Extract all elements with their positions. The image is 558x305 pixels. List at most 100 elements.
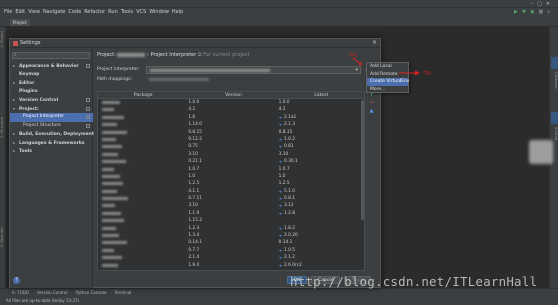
nav-item-build-execution-deployment[interactable]: ▸ Build, Execution, Deployment: [10, 130, 94, 139]
upgrade-package-button[interactable]: ▲: [367, 107, 376, 115]
status-bar: All files are up-to-date (today 13:37): [0, 296, 558, 305]
table-row[interactable]: 1.0.7 1.0.7: [98, 166, 364, 173]
packages-table: Package Version Latest 1.0.0 1.0.0 4.2 4.2 1…: [97, 91, 365, 271]
menu-item-window[interactable]: Window: [149, 9, 169, 15]
latest-cell: ➜ 0.81: [279, 143, 364, 150]
menu-item-view[interactable]: View: [28, 9, 40, 15]
search-everywhere-icon[interactable]: ⌕: [547, 9, 550, 15]
run-icon[interactable]: ▶: [514, 9, 518, 15]
table-row[interactable]: 4.2 4.2: [98, 106, 364, 113]
table-row[interactable]: 1.2.3 ➜ 1.8.2: [98, 225, 364, 232]
debug-icon[interactable]: ✱: [522, 9, 526, 15]
nav-item-plugins[interactable]: Plugins: [10, 88, 93, 97]
menu-item-vcs[interactable]: VCS: [136, 9, 146, 15]
menu-item-code[interactable]: Code: [68, 9, 81, 15]
tool-python-console[interactable]: Python Console: [75, 289, 106, 296]
scrollbar[interactable]: [361, 100, 364, 220]
menu-item-create-virtualenv[interactable]: Create VirtualEnv: [367, 78, 409, 86]
help-icon[interactable]: ?: [13, 277, 20, 284]
version-cell: 1.9.4: [188, 262, 200, 268]
nav-item-project[interactable]: ▾ Project:: [10, 105, 93, 114]
column-header-latest[interactable]: Latest: [279, 92, 364, 98]
path-mappings-field[interactable]: [146, 76, 361, 84]
version-cell: 1.14.0: [188, 122, 202, 128]
table-row[interactable]: 0.14.1 0.14.1: [98, 239, 364, 246]
package-cell: [98, 210, 188, 217]
table-row[interactable]: 0.75 ➜ 0.81: [98, 143, 364, 150]
stop-icon[interactable]: ■: [538, 9, 543, 15]
table-row[interactable]: 1.9.4 ➜ 2.6.0rc2: [98, 262, 364, 269]
nav-item-label: Tools: [19, 149, 32, 154]
table-row[interactable]: 1.0 1.0: [98, 173, 364, 180]
table-row[interactable]: 4.1.1 ➜ 5.1.0: [98, 188, 364, 195]
nav-item-project-interpreter[interactable]: Project Interpreter: [10, 113, 93, 122]
table-row[interactable]: 1.2.5 1.2.5: [98, 180, 364, 187]
close-icon[interactable]: ×: [372, 39, 377, 46]
table-row[interactable]: 0.12.2 ➜ 1.0.2: [98, 136, 364, 143]
table-row[interactable]: 3.10 3.10: [98, 151, 364, 158]
blurred-package-name: [102, 211, 121, 215]
settings-search-input[interactable]: ⌕: [12, 52, 90, 59]
table-row[interactable]: 1.3.4 ➜ 2.0.20: [98, 232, 364, 239]
menu-item-navigate[interactable]: Navigate: [43, 9, 65, 15]
version-cell: 0.12.2: [188, 136, 202, 142]
nav-item-appearance-behavior[interactable]: ▸ Appearance & Behavior: [10, 62, 93, 71]
table-row[interactable]: 0.7.7 ➜ 1.0.5: [98, 247, 364, 254]
menu-item-more[interactable]: More...: [367, 86, 408, 94]
remove-package-button[interactable]: −: [367, 99, 376, 107]
menu-item-edit[interactable]: Edit: [15, 9, 25, 15]
table-row[interactable]: 0.21.1 ➜ 0.30.1: [98, 158, 364, 165]
table-row[interactable]: 3.10 ➜ 3.12: [98, 202, 364, 209]
latest-cell: ➜ 2.1.3: [279, 121, 364, 128]
interpreter-select[interactable]: ▾: [146, 66, 361, 74]
upgrade-arrow-icon: ➜: [278, 144, 283, 150]
menu-item-refactor[interactable]: Refactor: [84, 9, 105, 15]
right-strip-label-database[interactable]: Database: [552, 72, 558, 89]
blurred-package-name: [102, 256, 122, 260]
menu-item-tools[interactable]: Tools: [121, 9, 133, 15]
project-tab[interactable]: Project: [10, 19, 30, 26]
nav-item-project-structure[interactable]: Project Structure: [10, 122, 93, 131]
tool-todo[interactable]: 6: TODO: [12, 289, 29, 296]
nav-item-editor[interactable]: ▸ Editor: [10, 79, 93, 88]
project-scope-icon: [86, 106, 90, 111]
blurred-package-name: [102, 130, 127, 134]
table-row[interactable]: 0.8.15 0.8.15: [98, 129, 364, 136]
column-header-version[interactable]: Version: [188, 92, 278, 98]
blurred-package-name: [102, 248, 114, 252]
table-row[interactable]: 2.1.4 ➜ 2.1.2: [98, 254, 364, 261]
window-controls[interactable]: –▢✕: [531, 1, 554, 7]
latest-cell: 1.0.7: [279, 166, 364, 173]
package-cell: [98, 262, 188, 269]
menu-item-file[interactable]: File: [4, 9, 12, 15]
version-cell: 4.1.1: [188, 188, 200, 194]
nav-item-tools[interactable]: ▸ Tools: [10, 147, 93, 156]
version-cell: 1.2.5: [188, 181, 200, 187]
blurred-package-name: [102, 123, 117, 127]
table-row[interactable]: 1.15.2: [98, 217, 364, 224]
menu-item-run[interactable]: Run: [108, 9, 118, 15]
blurred-package-name: [102, 263, 118, 267]
tool-version-control[interactable]: Version Control: [37, 289, 67, 296]
package-cell: [98, 239, 188, 246]
latest-cell: ➜ 3.12: [279, 202, 364, 209]
nav-item-languages-frameworks[interactable]: ▸ Languages & Frameworks: [10, 139, 93, 148]
table-row[interactable]: 1.6 ➜ 2.1a1: [98, 114, 364, 121]
menu-item-help[interactable]: Help: [172, 9, 183, 15]
right-strip-label-sciview[interactable]: SciView: [552, 127, 558, 140]
column-header-package[interactable]: Package: [98, 92, 188, 98]
blurred-package-name: [102, 108, 114, 112]
version-cell: 1.3.4: [188, 233, 200, 239]
blurred-path-mappings: [149, 78, 209, 81]
table-row[interactable]: 1.1.9 ➜ 1.2.8: [98, 210, 364, 217]
nav-item-version-control[interactable]: ▸ Version Control: [10, 96, 93, 105]
package-cell: [98, 99, 188, 106]
nav-item-keymap[interactable]: Keymap: [10, 71, 93, 80]
tool-terminal[interactable]: Terminal: [114, 289, 131, 296]
table-row[interactable]: 0.7.11 ➜ 0.8.1: [98, 195, 364, 202]
coverage-icon[interactable]: ◉: [530, 9, 534, 15]
table-row[interactable]: 1.14.0 ➜ 2.1.3: [98, 121, 364, 128]
table-row[interactable]: 1.0.0 1.0.0: [98, 99, 364, 106]
package-cell: [98, 188, 188, 195]
project-scope-icon: [86, 115, 90, 119]
